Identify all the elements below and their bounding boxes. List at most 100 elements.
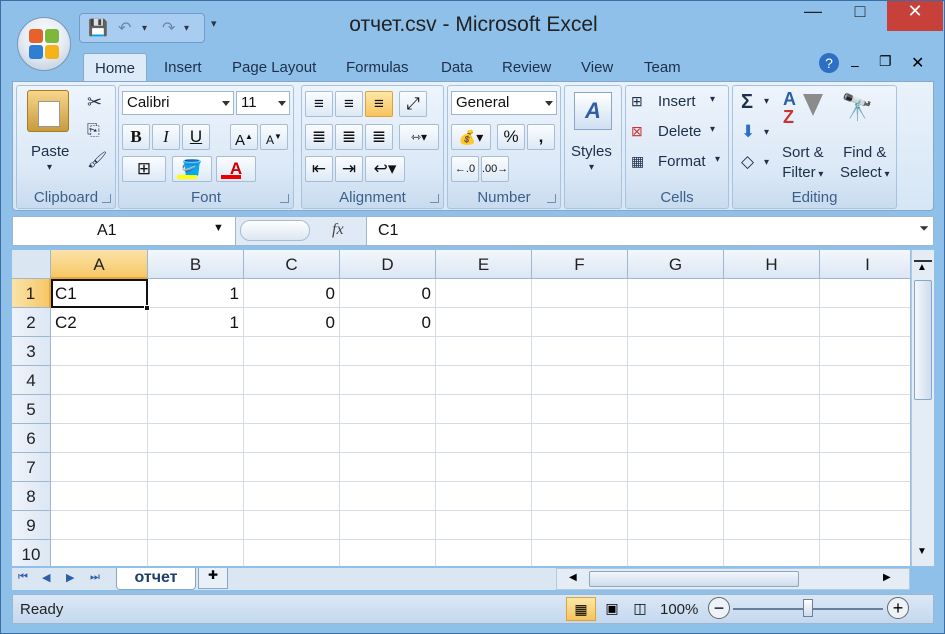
cell-c1[interactable]: 0 bbox=[244, 279, 340, 308]
cell[interactable] bbox=[724, 482, 820, 511]
minimize-button[interactable]: — bbox=[791, 1, 835, 31]
cell[interactable] bbox=[532, 511, 628, 540]
cell[interactable] bbox=[724, 308, 820, 337]
cell[interactable] bbox=[820, 453, 910, 482]
find-select-icon[interactable]: 🔭 bbox=[841, 92, 873, 123]
formula-resize-handle[interactable] bbox=[240, 220, 310, 241]
tab-team[interactable]: Team bbox=[644, 53, 681, 81]
styles-button[interactable]: Styles bbox=[571, 143, 612, 160]
sort-filter-button[interactable]: Sort & Filter ▾ bbox=[782, 143, 824, 185]
cell[interactable] bbox=[51, 424, 148, 453]
decrease-indent-icon[interactable]: ⇤ bbox=[305, 156, 333, 182]
vertical-scrollbar[interactable]: ▲ ▼ bbox=[911, 250, 934, 566]
worksheet-grid[interactable]: A B C D E F G H I 1 2 3 4 5 6 7 8 9 10 C… bbox=[12, 250, 910, 566]
cell[interactable] bbox=[532, 540, 628, 566]
cell[interactable] bbox=[340, 366, 436, 395]
cell[interactable] bbox=[244, 511, 340, 540]
first-sheet-icon[interactable]: ⏮ bbox=[18, 571, 28, 584]
paste-icon[interactable] bbox=[27, 90, 69, 132]
cell[interactable] bbox=[628, 337, 724, 366]
cell[interactable] bbox=[532, 453, 628, 482]
cell[interactable] bbox=[244, 424, 340, 453]
scroll-up-icon[interactable]: ▲ bbox=[917, 262, 927, 273]
next-sheet-icon[interactable]: ▶ bbox=[66, 571, 74, 584]
name-box[interactable]: A1 ▼ bbox=[13, 217, 235, 245]
cell[interactable] bbox=[436, 395, 532, 424]
merge-center-icon[interactable]: ⇿▾ bbox=[399, 124, 439, 150]
cell[interactable] bbox=[436, 366, 532, 395]
font-color-icon[interactable]: A bbox=[216, 156, 256, 182]
zoom-out-icon[interactable]: − bbox=[708, 597, 730, 619]
column-header-g[interactable]: G bbox=[628, 250, 724, 279]
cell[interactable] bbox=[244, 395, 340, 424]
row-header-7[interactable]: 7 bbox=[12, 453, 51, 482]
cell[interactable] bbox=[724, 366, 820, 395]
page-layout-view-icon[interactable]: ▣ bbox=[598, 597, 626, 621]
cell[interactable] bbox=[724, 395, 820, 424]
borders-icon[interactable]: ⊞ bbox=[122, 156, 166, 182]
cell[interactable] bbox=[436, 540, 532, 566]
cell[interactable] bbox=[724, 540, 820, 566]
increase-decimal-icon[interactable]: ←.0 bbox=[451, 156, 479, 182]
column-header-i[interactable]: I bbox=[820, 250, 910, 279]
cell[interactable] bbox=[340, 337, 436, 366]
shrink-font-icon[interactable]: A▼ bbox=[260, 124, 288, 150]
orientation-icon[interactable]: ⤢ bbox=[399, 91, 427, 117]
cell[interactable] bbox=[724, 453, 820, 482]
fill-dropdown-icon[interactable]: ▾ bbox=[764, 127, 769, 138]
paste-dropdown-icon[interactable]: ▾ bbox=[47, 162, 52, 173]
find-select-button[interactable]: Find & Select ▾ bbox=[840, 143, 890, 185]
vertical-scroll-thumb[interactable] bbox=[914, 280, 932, 400]
insert-button[interactable]: Insert bbox=[658, 93, 696, 110]
insert-dropdown-icon[interactable]: ▾ bbox=[710, 94, 715, 105]
cell[interactable] bbox=[532, 366, 628, 395]
align-left-icon[interactable]: ≣ bbox=[305, 124, 333, 150]
cell[interactable] bbox=[532, 395, 628, 424]
cell[interactable] bbox=[436, 337, 532, 366]
cell[interactable] bbox=[820, 424, 910, 453]
comma-button[interactable]: , bbox=[527, 124, 555, 150]
cell[interactable] bbox=[51, 540, 148, 566]
cell[interactable] bbox=[820, 395, 910, 424]
column-header-h[interactable]: H bbox=[724, 250, 820, 279]
bold-button[interactable]: B bbox=[122, 124, 150, 150]
increase-indent-icon[interactable]: ⇥ bbox=[335, 156, 363, 182]
fill-handle[interactable] bbox=[144, 305, 150, 311]
cell[interactable] bbox=[340, 424, 436, 453]
cell[interactable] bbox=[148, 453, 244, 482]
column-header-f[interactable]: F bbox=[532, 250, 628, 279]
format-painter-icon[interactable]: 🖌 bbox=[87, 150, 107, 170]
clear-icon[interactable]: ◇ bbox=[741, 152, 754, 172]
column-header-a[interactable]: A bbox=[51, 250, 148, 279]
column-header-b[interactable]: B bbox=[148, 250, 244, 279]
row-header-6[interactable]: 6 bbox=[12, 424, 51, 453]
maximize-button[interactable]: □ bbox=[835, 1, 885, 31]
delete-dropdown-icon[interactable]: ▾ bbox=[710, 124, 715, 135]
styles-group[interactable]: A Styles ▾ bbox=[564, 85, 622, 209]
cell[interactable] bbox=[532, 337, 628, 366]
cell[interactable] bbox=[820, 337, 910, 366]
help-icon[interactable]: ? bbox=[819, 53, 839, 73]
cell[interactable] bbox=[628, 395, 724, 424]
insert-function-icon[interactable]: fx bbox=[332, 221, 344, 239]
prev-sheet-icon[interactable]: ◀ bbox=[42, 571, 50, 584]
cell[interactable] bbox=[628, 453, 724, 482]
fill-icon[interactable]: ⬇ bbox=[741, 122, 755, 142]
cell[interactable] bbox=[628, 424, 724, 453]
cell[interactable] bbox=[148, 511, 244, 540]
cell[interactable] bbox=[532, 308, 628, 337]
insert-sheet-icon[interactable]: ✚ bbox=[198, 568, 228, 589]
cell[interactable] bbox=[436, 482, 532, 511]
ribbon-close-icon[interactable]: ✕ bbox=[911, 53, 924, 73]
cell[interactable] bbox=[724, 424, 820, 453]
cell[interactable] bbox=[724, 511, 820, 540]
copy-icon[interactable]: ⎘ bbox=[87, 122, 100, 140]
zoom-level[interactable]: 100% bbox=[660, 601, 698, 618]
cell[interactable] bbox=[820, 279, 910, 308]
cell-d1[interactable]: 0 bbox=[340, 279, 436, 308]
cell[interactable] bbox=[244, 540, 340, 566]
cell-a2[interactable]: C2 bbox=[51, 308, 148, 337]
cell[interactable] bbox=[628, 511, 724, 540]
row-header-8[interactable]: 8 bbox=[12, 482, 51, 511]
cell[interactable] bbox=[340, 540, 436, 566]
